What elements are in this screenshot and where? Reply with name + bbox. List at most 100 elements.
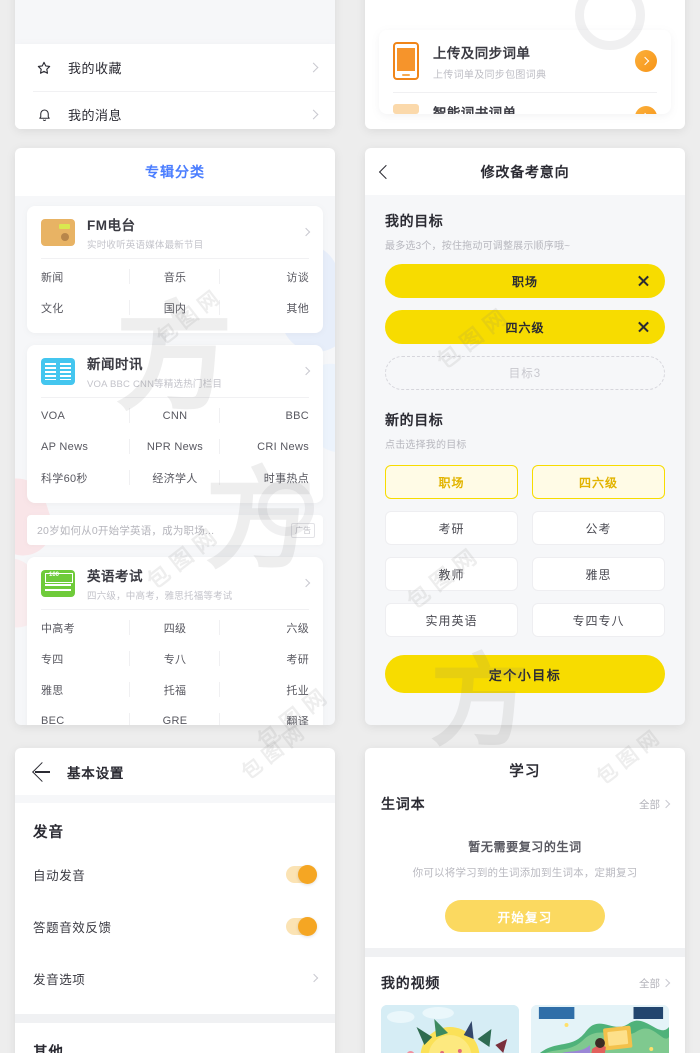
- category-header[interactable]: 100 英语考试 四六级，中高考，雅思托福等考试: [41, 557, 311, 609]
- tag[interactable]: NPR News: [130, 431, 220, 462]
- list-item-messages[interactable]: 我的消息: [15, 91, 335, 129]
- exam-icon: 100: [41, 569, 75, 597]
- arrow-circle-right-icon[interactable]: [635, 106, 657, 114]
- goal-option[interactable]: 四六级: [532, 465, 665, 499]
- category-header[interactable]: FM电台 实时收听英语媒体最新节目: [41, 206, 311, 258]
- goal-option[interactable]: 雅思: [532, 557, 665, 591]
- setting-row-pronunciation-options[interactable]: 发音选项: [33, 952, 319, 1004]
- exam-score-label: 100: [49, 571, 60, 578]
- tag[interactable]: VOA: [41, 400, 131, 431]
- toggle-switch[interactable]: [286, 916, 317, 936]
- video-thumb-reading[interactable]: [531, 1005, 669, 1053]
- category-tag-grid: 新闻 音乐 访谈 文化 国内 其他: [41, 261, 309, 323]
- videos-view-all[interactable]: 全部: [639, 976, 671, 991]
- tag[interactable]: CRI News: [220, 431, 309, 462]
- smart-wordbook-row-cut[interactable]: 智能词书词单: [393, 92, 657, 114]
- goal-option[interactable]: 专四专八: [532, 603, 665, 637]
- start-review-button[interactable]: 开始复习: [445, 900, 605, 932]
- tag[interactable]: 经济学人: [130, 462, 220, 493]
- other-panel: 其他: [15, 1023, 335, 1053]
- navigation-bar: 修改备考意向: [365, 148, 685, 195]
- goal-option[interactable]: 考研: [385, 511, 518, 545]
- screen-dictionary-tools: 上传及同步词单 上传词单及同步包图词典 智能词书词单: [365, 0, 685, 129]
- section-title: 发音: [33, 825, 64, 841]
- newspaper-icon: [41, 357, 75, 385]
- goal-options-grid: 职场 四六级 考研 公考 教师 雅思 实用英语 专四专八: [385, 465, 665, 637]
- video-thumb-lion[interactable]: [381, 1005, 519, 1053]
- chevron-right-icon: [308, 109, 319, 120]
- toggle-switch[interactable]: [286, 864, 317, 884]
- tag[interactable]: 雅思: [41, 674, 131, 705]
- tag[interactable]: 托福: [130, 674, 220, 705]
- category-card-exam: 100 英语考试 四六级，中高考，雅思托福等考试 中高考 四级 六级 专四 专八…: [27, 557, 323, 725]
- ad-text: 20岁如何从0开始学英语，成为职场...: [37, 524, 215, 537]
- category-title: FM电台: [87, 217, 136, 233]
- view-all-label: 全部: [639, 798, 660, 811]
- set-goal-button[interactable]: 定个小目标: [385, 655, 665, 693]
- tag[interactable]: 科学60秒: [41, 462, 131, 493]
- divider: [41, 397, 309, 398]
- tag[interactable]: 其他: [220, 292, 309, 323]
- goal-option[interactable]: 实用英语: [385, 603, 518, 637]
- arrow-circle-right-icon[interactable]: [635, 50, 657, 72]
- screen-basic-settings: 基本设置 发音 自动发音 答题音效反馈 发音选项 其他: [15, 748, 335, 1053]
- goal-option[interactable]: 教师: [385, 557, 518, 591]
- goal-option[interactable]: 公考: [532, 511, 665, 545]
- chevron-right-icon: [301, 227, 311, 237]
- tag[interactable]: 四级: [130, 612, 220, 643]
- category-subtitle: VOA BBC CNN等精选热门栏目: [87, 378, 223, 390]
- selected-goal-chip[interactable]: 四六级: [385, 310, 665, 344]
- wordbook-header: 生词本 全部: [381, 792, 671, 814]
- setting-row-answer-sound[interactable]: 答题音效反馈: [33, 900, 317, 952]
- new-goals-heading: 新的目标: [385, 412, 444, 428]
- tag[interactable]: 专四: [41, 643, 131, 674]
- tag[interactable]: 国内: [130, 292, 220, 323]
- screen-study: 学习 生词本 全部 暂无需要复习的生词 你可以将学习到的生词添加到生词本，定期复…: [365, 748, 685, 1053]
- tag[interactable]: 专八: [130, 643, 220, 674]
- empty-state-title: 暂无需要复习的生词: [468, 840, 582, 854]
- chevron-right-icon: [661, 978, 671, 988]
- category-subtitle: 实时收听英语媒体最新节目: [87, 239, 204, 251]
- goal-option[interactable]: 职场: [385, 465, 518, 499]
- tag[interactable]: 中高考: [41, 612, 131, 643]
- chevron-right-icon: [661, 799, 671, 809]
- category-card-news: 新闻时讯 VOA BBC CNN等精选热门栏目 VOA CNN BBC AP N…: [27, 345, 323, 503]
- tag[interactable]: CNN: [130, 400, 220, 431]
- tag[interactable]: AP News: [41, 431, 131, 462]
- tag[interactable]: 访谈: [220, 261, 309, 292]
- wordbook-view-all[interactable]: 全部: [639, 797, 671, 812]
- tag[interactable]: BEC: [41, 705, 131, 725]
- upload-sync-card: 上传及同步词单 上传词单及同步包图词典 智能词书词单: [379, 30, 671, 114]
- tag[interactable]: 托业: [220, 674, 309, 705]
- empty-goal-slot[interactable]: 目标3: [385, 356, 665, 390]
- setting-row-auto-pronounce[interactable]: 自动发音: [33, 848, 317, 900]
- phone-upload-icon: [393, 42, 419, 80]
- tag[interactable]: 文化: [41, 292, 131, 323]
- category-title: 英语考试: [87, 568, 143, 584]
- list-item-label: 我的收藏: [68, 61, 123, 76]
- list-item-label: 我的消息: [68, 108, 123, 123]
- pronunciation-panel: 发音 自动发音 答题音效反馈 发音选项: [15, 803, 335, 1014]
- tag[interactable]: 时事热点: [220, 462, 309, 493]
- category-header[interactable]: 新闻时讯 VOA BBC CNN等精选热门栏目: [41, 345, 311, 397]
- ad-banner[interactable]: 20岁如何从0开始学英语，成为职场... 广告: [27, 515, 323, 545]
- category-text: 英语考试 四六级，中高考，雅思托福等考试: [87, 565, 303, 602]
- tag[interactable]: 六级: [220, 612, 309, 643]
- tag[interactable]: 翻译: [220, 705, 309, 726]
- tag[interactable]: 考研: [220, 643, 309, 674]
- category-text: FM电台 实时收听英语媒体最新节目: [87, 214, 303, 251]
- list-item-favorites[interactable]: 我的收藏: [15, 44, 335, 91]
- navigation-bar: 基本设置: [15, 748, 335, 795]
- selected-goal-chip[interactable]: 职场: [385, 264, 665, 298]
- tag[interactable]: BBC: [220, 400, 309, 431]
- screen-profile-list: 我的收藏 我的消息: [15, 0, 335, 129]
- tag[interactable]: 音乐: [130, 261, 220, 292]
- videos-heading: 我的视频: [381, 975, 441, 991]
- tag[interactable]: GRE: [130, 705, 220, 725]
- tag[interactable]: 新闻: [41, 261, 131, 292]
- back-arrow-tail: [35, 771, 50, 773]
- videos-header: 我的视频 全部: [381, 971, 671, 993]
- remove-goal-icon[interactable]: [637, 275, 649, 287]
- upload-sync-row[interactable]: 上传及同步词单 上传词单及同步包图词典: [393, 30, 657, 92]
- remove-goal-icon[interactable]: [637, 321, 649, 333]
